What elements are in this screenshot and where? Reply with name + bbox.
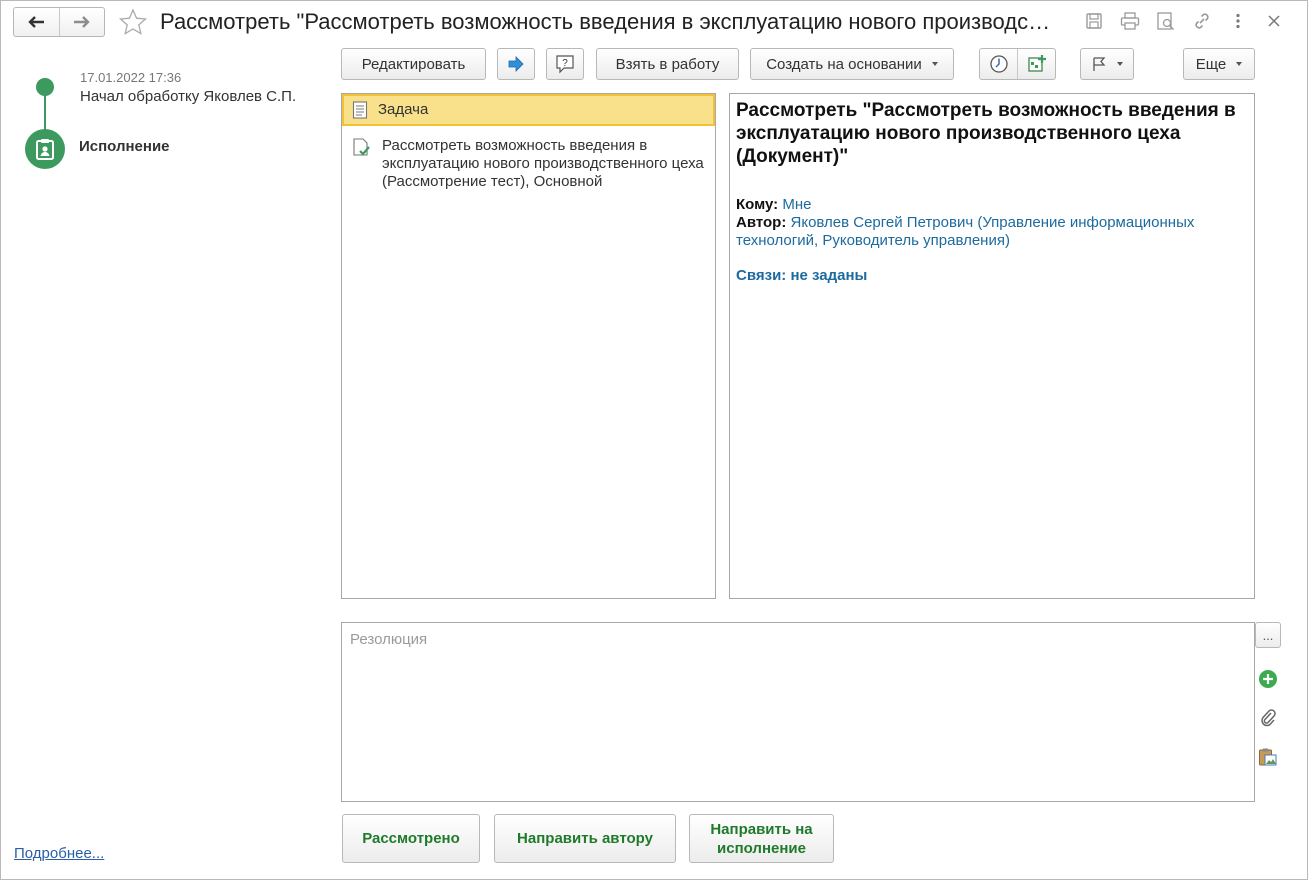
flag-icon xyxy=(1093,57,1106,71)
more-label: Еще xyxy=(1195,55,1227,73)
send-to-author-label: Направить автору xyxy=(517,830,653,847)
arrow-right-blue-icon xyxy=(508,56,524,72)
timeline-stage: Исполнение xyxy=(79,138,170,155)
take-to-work-button[interactable]: Взять в работу xyxy=(596,48,739,80)
task-info-panel: Рассмотреть "Рассмотреть возможность вве… xyxy=(729,93,1255,599)
history-button[interactable] xyxy=(980,49,1017,79)
more-details-link[interactable]: Подробнее... xyxy=(14,845,104,862)
timeline-event: Начал обработку Яковлев С.П. xyxy=(80,88,297,105)
info-author-link[interactable]: Яковлев Сергей Петрович (Управление инфо… xyxy=(736,214,1194,249)
timeline-dot xyxy=(36,78,54,96)
preview-icon[interactable] xyxy=(1155,10,1177,32)
info-links[interactable]: Связи: не заданы xyxy=(736,267,1248,284)
arrow-right-icon xyxy=(73,16,90,28)
title-icons xyxy=(1083,10,1285,32)
send-to-execution-label: Направить на исполнение xyxy=(710,820,813,857)
timeline-connector xyxy=(44,93,46,133)
clipboard-image-icon[interactable] xyxy=(1257,746,1279,768)
resolution-field[interactable]: Резолюция xyxy=(341,622,1255,802)
info-heading: Рассмотреть "Рассмотреть возможность вве… xyxy=(736,100,1236,167)
history-group xyxy=(979,48,1056,80)
forward-button[interactable] xyxy=(58,8,105,36)
flag-button[interactable] xyxy=(1080,48,1134,80)
print-icon[interactable] xyxy=(1119,10,1141,32)
add-subtask-button[interactable] xyxy=(1017,49,1055,79)
forward-task-button[interactable] xyxy=(497,48,535,80)
tree-item-task-label: Задача xyxy=(378,101,429,118)
timeline-date: 17.01.2022 17:36 xyxy=(80,70,182,85)
info-author-label: Автор: xyxy=(736,214,787,231)
back-button[interactable] xyxy=(14,8,59,36)
favorite-star-icon[interactable] xyxy=(118,8,148,40)
svg-text:?: ? xyxy=(562,58,568,69)
resolution-select-button[interactable]: ... xyxy=(1255,622,1281,648)
info-author-row: Автор: Яковлев Сергей Петрович (Управлен… xyxy=(736,214,1248,250)
create-based-on-label: Создать на основании xyxy=(766,55,922,73)
tree-item-document[interactable]: Рассмотреть возможность введения в экспл… xyxy=(342,134,715,194)
nav-buttons xyxy=(13,7,105,37)
window-title: Рассмотреть "Рассмотреть возможность вве… xyxy=(160,9,1060,34)
tree-item-document-label: Рассмотреть возможность введения в экспл… xyxy=(382,137,704,190)
add-circle-icon[interactable] xyxy=(1257,668,1279,690)
send-to-execution-button[interactable]: Направить на исполнение xyxy=(689,814,834,863)
more-vertical-icon[interactable] xyxy=(1227,10,1249,32)
create-based-on-button[interactable]: Создать на основании xyxy=(750,48,954,80)
document-check-icon xyxy=(353,138,370,156)
take-to-work-label: Взять в работу xyxy=(615,55,720,73)
close-icon[interactable] xyxy=(1263,10,1285,32)
add-green-grid-icon xyxy=(1027,55,1046,72)
chevron-down-icon xyxy=(1117,62,1123,66)
timeline-stage-marker xyxy=(25,129,65,169)
task-tree: Задача Рассмотреть возможность введения … xyxy=(341,93,716,599)
chevron-down-icon xyxy=(931,62,938,66)
clock-icon xyxy=(989,55,1008,73)
more-button[interactable]: Еще xyxy=(1183,48,1255,80)
send-to-author-button[interactable]: Направить автору xyxy=(494,814,676,863)
tree-item-task[interactable]: Задача xyxy=(342,94,715,126)
clipboard-user-icon xyxy=(36,139,54,160)
document-lines-icon xyxy=(352,101,368,119)
reviewed-label: Рассмотрено xyxy=(362,830,460,847)
question-bubble-icon: ? xyxy=(556,55,574,74)
question-button[interactable]: ? xyxy=(546,48,584,80)
info-to-link[interactable]: Мне xyxy=(782,196,811,213)
save-icon[interactable] xyxy=(1083,10,1105,32)
task-window: Рассмотреть "Рассмотреть возможность вве… xyxy=(0,0,1308,880)
info-to-label: Кому: xyxy=(736,196,779,213)
paperclip-icon[interactable] xyxy=(1257,707,1279,729)
arrow-left-icon xyxy=(28,16,45,28)
link-icon[interactable] xyxy=(1191,10,1213,32)
edit-button[interactable]: Редактировать xyxy=(341,48,486,80)
edit-button-label: Редактировать xyxy=(361,55,466,73)
reviewed-button[interactable]: Рассмотрено xyxy=(342,814,480,863)
info-to-row: Кому: Мне xyxy=(736,196,1248,214)
chevron-down-icon xyxy=(1236,62,1243,66)
resolution-placeholder: Резолюция xyxy=(350,631,428,648)
